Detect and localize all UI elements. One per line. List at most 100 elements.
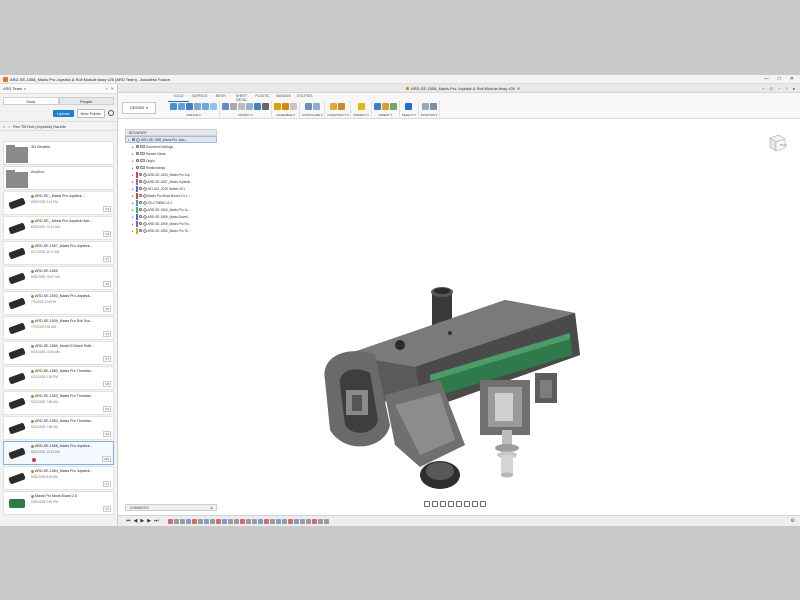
file-item[interactable]: ARD-SE-1564_Maxis Pro Joystick... 8/30/20… (3, 466, 114, 490)
file-item[interactable]: Maxis Pro Mock Board 2.0 6/30/2025 2:55 P… (3, 491, 114, 515)
folder-item[interactable]: Archive (3, 166, 114, 190)
ribbon-group-label[interactable]: MODIFY ▾ (239, 113, 253, 117)
tab-data[interactable]: Data (3, 97, 59, 105)
visibility-icon[interactable] (138, 222, 142, 225)
comments-panel[interactable]: COMMENTS ⊕ (125, 504, 217, 511)
timeline-operation[interactable] (197, 518, 203, 524)
timeline-operation[interactable] (191, 518, 197, 524)
joint-icon[interactable] (274, 102, 281, 110)
timeline-operation[interactable] (179, 518, 185, 524)
chevron-right-icon[interactable]: ▸ (132, 159, 135, 163)
go-to-start-icon[interactable]: ⏮ (126, 518, 131, 524)
chevron-right-icon[interactable]: ▸ (132, 215, 135, 219)
chevron-right-icon[interactable]: ▸ (132, 201, 135, 205)
measure-icon[interactable] (357, 102, 365, 110)
decal-icon[interactable] (381, 102, 389, 110)
notifications-icon[interactable]: ◔ (778, 86, 780, 91)
revert-icon[interactable] (429, 102, 437, 110)
chevron-down-icon[interactable]: ▾ (24, 87, 26, 91)
tab-people[interactable]: People (58, 97, 114, 105)
canvas-icon[interactable] (389, 102, 397, 110)
breadcrumb-current[interactable]: Pan Tilt Roll (Joystick) Handle (13, 124, 66, 129)
ribbon-group-label[interactable]: CREATE ▾ (186, 113, 200, 117)
version-badge[interactable]: V1 (103, 481, 111, 487)
chevron-right-icon[interactable]: ▸ (132, 173, 135, 177)
timeline-operation[interactable] (167, 518, 173, 524)
timeline-operation[interactable] (233, 518, 239, 524)
browser-node[interactable]: ▸ ARD-SE-1503_Maxis Pro Joy... (125, 171, 217, 178)
axis-icon[interactable] (338, 102, 346, 110)
timeline-operation[interactable] (293, 518, 299, 524)
version-badge[interactable]: V7 (103, 356, 111, 362)
plane-icon[interactable] (330, 102, 338, 110)
timeline-operation[interactable] (257, 518, 263, 524)
user-avatar[interactable]: ● (793, 86, 795, 91)
file-item[interactable]: ARD-SE-1509_Maxis Pro Roll Suc... 7/7/202… (3, 316, 114, 340)
version-badge[interactable]: V1 (103, 431, 111, 437)
chevron-right-icon[interactable]: ▸ (132, 166, 135, 170)
step-forward-icon[interactable]: ▶ (147, 518, 151, 524)
hole-icon[interactable] (194, 102, 201, 110)
chevron-right-icon[interactable]: ▸ (132, 152, 135, 156)
visibility-icon[interactable] (136, 145, 139, 148)
visibility-icon[interactable] (138, 201, 142, 204)
ribbon-group-label[interactable]: SELECT ▾ (402, 113, 416, 117)
combine-icon[interactable] (254, 102, 261, 110)
close-panel-icon[interactable]: ✕ (111, 86, 114, 91)
gear-icon[interactable] (108, 110, 114, 116)
browser-node[interactable]: ▸ ARD-SE-1564_Maxis Pro Jo... (125, 206, 217, 213)
version-badge[interactable]: V8 (103, 381, 111, 387)
chevron-right-icon[interactable]: ▸ (132, 229, 135, 233)
version-badge[interactable]: V2 (103, 281, 111, 287)
folder-item[interactable]: 3D Models (3, 141, 114, 165)
chevron-right-icon[interactable]: ▸ (132, 194, 135, 198)
visibility-icon[interactable] (136, 166, 139, 169)
add-tab-icon[interactable]: + (762, 86, 764, 91)
timeline-settings-icon[interactable]: ⚙ (791, 518, 795, 524)
fillet-icon[interactable] (230, 102, 237, 110)
ribbon-group-label[interactable]: ASSEMBLE ▾ (276, 113, 295, 117)
visibility-icon[interactable] (138, 180, 142, 183)
timeline-operation[interactable] (221, 518, 227, 524)
motion-icon[interactable] (290, 102, 297, 110)
file-item[interactable]: ARD-SE-1558_Maxis Pro Joystick... 8/30/20… (3, 441, 114, 465)
capture-position-icon[interactable] (421, 102, 429, 110)
timeline-operation[interactable] (281, 518, 287, 524)
configure-icon[interactable] (304, 102, 312, 110)
help-icon[interactable]: ? (785, 86, 787, 91)
file-item[interactable]: ARD-SE-1505 8/30/2025 10:07 AM V2 (3, 266, 114, 290)
file-item[interactable]: ARD-SE-1554_Maxis Pro Thumbw... 5/31/2025… (3, 416, 114, 440)
ribbon-group-label[interactable]: INSPECT ▾ (353, 113, 368, 117)
ribbon-group-label[interactable]: INSERT ▾ (379, 113, 392, 117)
timeline-operation[interactable] (305, 518, 311, 524)
shell-icon[interactable] (246, 102, 253, 110)
browser-node[interactable]: ▸ SS-CTNB50-v2:1 (125, 199, 217, 206)
browser-node[interactable]: ▸ Maxis Pro Mock Board 2.0 v... (125, 192, 217, 199)
visibility-icon[interactable] (138, 173, 142, 176)
version-badge[interactable]: V2 (103, 406, 111, 412)
search-icon[interactable]: ⌕ (105, 86, 107, 91)
team-selector[interactable]: ARD Team (3, 86, 22, 91)
chevron-right-icon[interactable]: ▸ (132, 145, 135, 149)
view-cube[interactable]: BACK (766, 132, 788, 154)
viewports-icon[interactable] (480, 501, 486, 507)
minimize-button[interactable]: — (764, 76, 769, 82)
add-comment-icon[interactable]: ⊕ (210, 506, 213, 510)
timeline-operation[interactable] (245, 518, 251, 524)
move-icon[interactable] (262, 102, 269, 110)
timeline-operation[interactable] (239, 518, 245, 524)
look-at-icon[interactable] (432, 501, 438, 507)
extrude-icon[interactable] (178, 102, 185, 110)
visibility-icon[interactable] (136, 152, 139, 155)
browser-node[interactable]: ▸ Named Views (125, 150, 217, 157)
file-item[interactable]: ARD-SE-1557_Maxis Pro Joystick... 8/17/20… (3, 241, 114, 265)
display-settings-icon[interactable] (464, 501, 470, 507)
close-button[interactable]: ✕ (790, 76, 794, 82)
maximize-button[interactable]: □ (778, 76, 781, 82)
document-tab[interactable]: ARD-SE-1558_Maxis Pro Joystick & Roll Mo… (406, 86, 520, 91)
timeline-operation[interactable] (173, 518, 179, 524)
version-badge[interactable]: V7 (103, 256, 111, 262)
timeline-operation[interactable] (185, 518, 191, 524)
job-status-icon[interactable]: ◷ (769, 86, 773, 91)
step-back-icon[interactable]: ◀ (134, 518, 138, 524)
